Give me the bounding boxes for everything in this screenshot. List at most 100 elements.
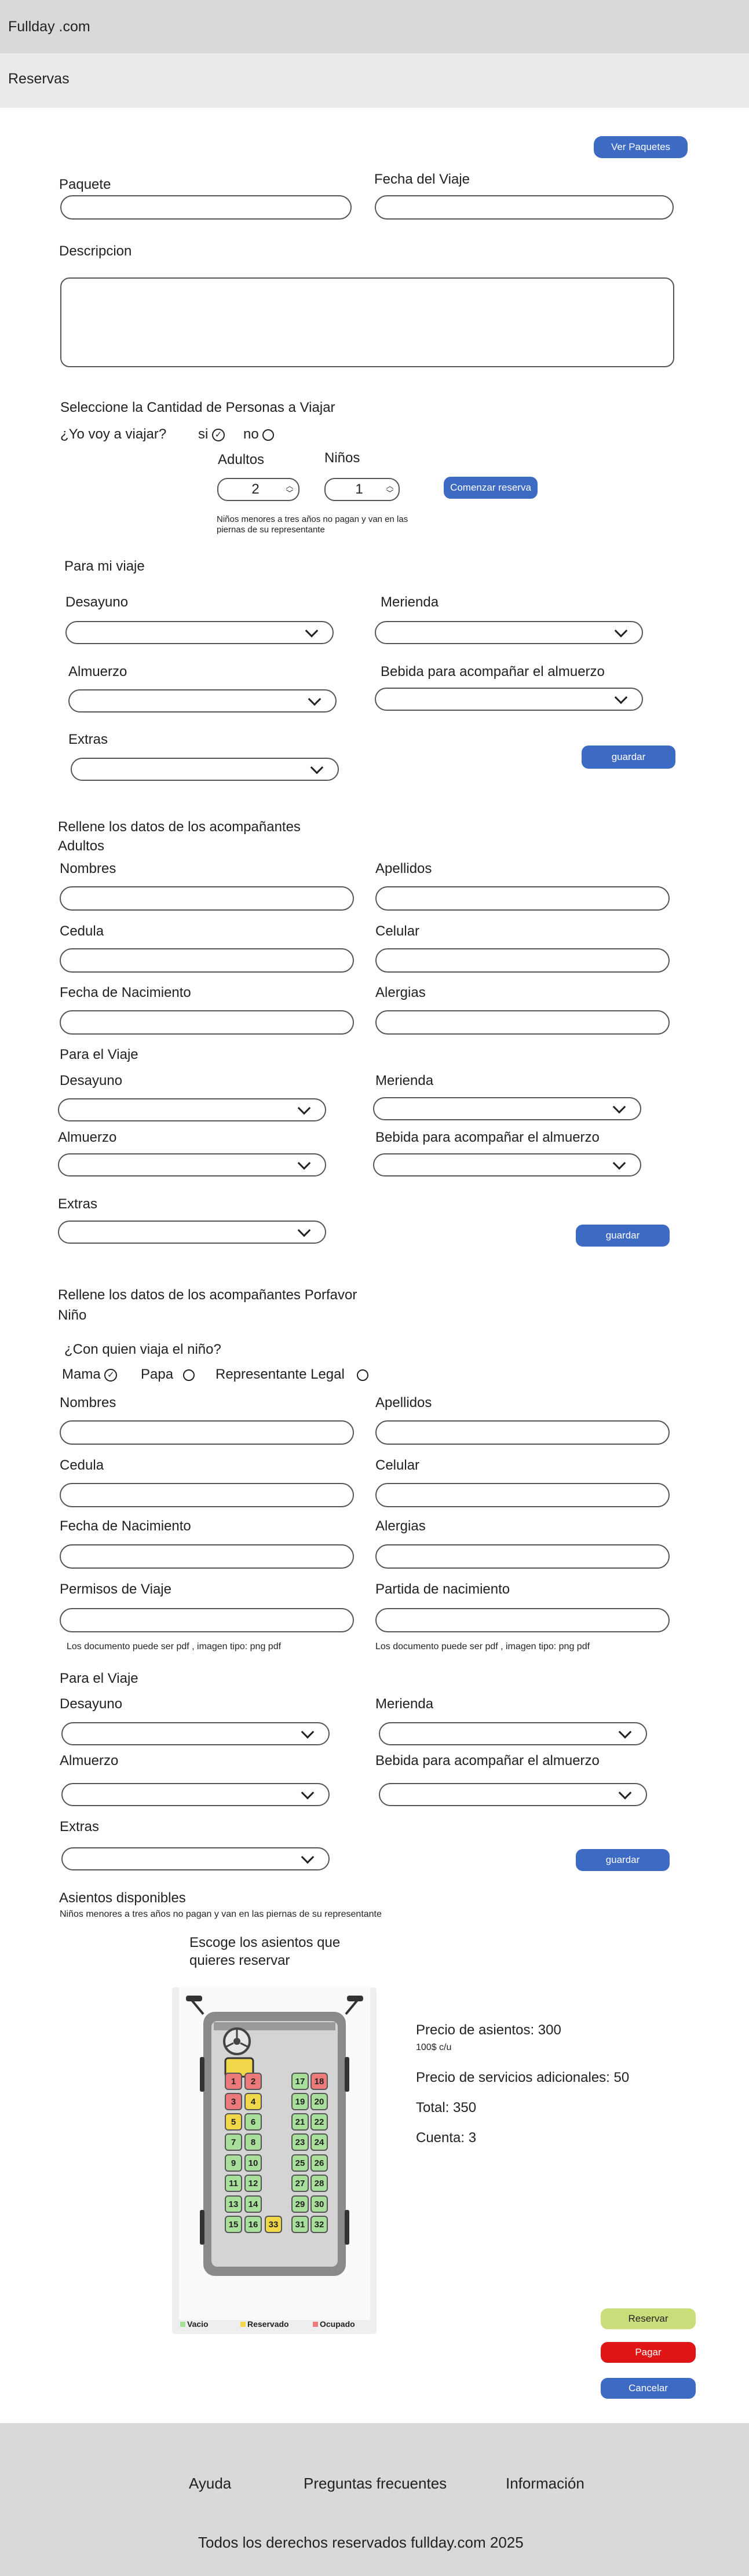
seat-33[interactable]: 33 bbox=[265, 2216, 282, 2233]
footer-info-link[interactable]: Información bbox=[506, 2475, 584, 2493]
brand-logo[interactable]: Fullday .com bbox=[8, 19, 90, 35]
stepper-arrows-icon[interactable]: ︿ ﹀ bbox=[281, 482, 298, 497]
child-extras-select[interactable] bbox=[61, 1847, 330, 1870]
seat-28[interactable]: 28 bbox=[310, 2175, 328, 2192]
adult-allergies-input[interactable] bbox=[375, 1010, 670, 1035]
footer-help-link[interactable]: Ayuda bbox=[189, 2475, 231, 2493]
footer-faq-link[interactable]: Preguntas frecuentes bbox=[304, 2475, 447, 2493]
adult-phone-input[interactable] bbox=[375, 948, 670, 973]
save-adults-button[interactable]: guardar bbox=[576, 1225, 670, 1247]
stepper-arrows-icon[interactable]: ︿ ﹀ bbox=[381, 482, 399, 497]
child-allergies-input[interactable] bbox=[375, 1544, 670, 1569]
view-packages-button[interactable]: Ver Paquetes bbox=[594, 136, 688, 158]
seat-25[interactable]: 25 bbox=[291, 2154, 309, 2172]
adult-names-label: Nombres bbox=[60, 861, 116, 876]
seat-23[interactable]: 23 bbox=[291, 2133, 309, 2151]
seats-title: Asientos disponibles bbox=[59, 1890, 186, 1906]
child-birth-input[interactable] bbox=[60, 1544, 354, 1569]
seat-24[interactable]: 24 bbox=[310, 2133, 328, 2151]
snack-label: Merienda bbox=[381, 594, 439, 610]
seat-1[interactable]: 1 bbox=[225, 2073, 242, 2090]
dad-option[interactable]: Papa bbox=[141, 1366, 195, 1383]
seat-17[interactable]: 17 bbox=[291, 2073, 309, 2090]
seat-4[interactable]: 4 bbox=[244, 2093, 262, 2110]
adult-drink-select[interactable] bbox=[373, 1153, 641, 1176]
drink-select[interactable] bbox=[375, 688, 643, 711]
yes-option[interactable]: si ✓ bbox=[198, 426, 225, 443]
adult-surnames-input[interactable] bbox=[375, 886, 670, 911]
child-allergies-label: Alergias bbox=[375, 1518, 426, 1534]
mom-radio-checked-icon[interactable]: ✓ bbox=[104, 1368, 118, 1382]
seat-8[interactable]: 8 bbox=[244, 2133, 262, 2151]
child-breakfast-select[interactable] bbox=[61, 1722, 330, 1745]
seat-31[interactable]: 31 bbox=[291, 2216, 309, 2233]
chevron-down-icon bbox=[612, 1156, 626, 1170]
child-lunch-select[interactable] bbox=[61, 1783, 330, 1806]
adult-extras-select[interactable] bbox=[58, 1221, 326, 1244]
seat-16[interactable]: 16 bbox=[244, 2216, 262, 2233]
breakfast-select[interactable] bbox=[65, 621, 334, 644]
seat-7[interactable]: 7 bbox=[225, 2133, 242, 2151]
seat-32[interactable]: 32 bbox=[310, 2216, 328, 2233]
snack-select[interactable] bbox=[375, 621, 643, 644]
dad-radio-icon[interactable] bbox=[182, 1369, 195, 1381]
child-phone-input[interactable] bbox=[375, 1483, 670, 1507]
adult-lunch-select[interactable] bbox=[58, 1153, 326, 1176]
seat-3[interactable]: 3 bbox=[225, 2093, 242, 2110]
adult-snack-select[interactable] bbox=[373, 1097, 641, 1120]
guardian-option[interactable]: Representante Legal bbox=[215, 1366, 368, 1383]
seat-13[interactable]: 13 bbox=[225, 2195, 242, 2213]
seat-19[interactable]: 19 bbox=[291, 2093, 309, 2110]
seat-11[interactable]: 11 bbox=[225, 2175, 242, 2192]
lunch-select[interactable] bbox=[68, 689, 337, 712]
save-child-button[interactable]: guardar bbox=[576, 1849, 670, 1871]
pay-button[interactable]: Pagar bbox=[601, 2342, 696, 2363]
extras-select[interactable] bbox=[71, 758, 339, 781]
seat-9[interactable]: 9 bbox=[225, 2154, 242, 2172]
seat-20[interactable]: 20 bbox=[310, 2093, 328, 2110]
child-names-input[interactable] bbox=[60, 1420, 354, 1445]
adult-breakfast-select[interactable] bbox=[58, 1098, 326, 1121]
yes-radio-checked-icon[interactable]: ✓ bbox=[212, 428, 225, 441]
child-id-input[interactable] bbox=[60, 1483, 354, 1507]
adult-id-input[interactable] bbox=[60, 948, 354, 973]
seat-30[interactable]: 30 bbox=[310, 2195, 328, 2213]
seat-27[interactable]: 27 bbox=[291, 2175, 309, 2192]
adult-names-input[interactable] bbox=[60, 886, 354, 911]
package-input[interactable] bbox=[60, 195, 352, 220]
adults-section-title: Rellene los datos de los acompañantes bbox=[58, 819, 301, 835]
adult-birth-input[interactable] bbox=[60, 1010, 354, 1035]
reserve-button[interactable]: Reservar bbox=[601, 2308, 696, 2329]
seat-12[interactable]: 12 bbox=[244, 2175, 262, 2192]
adults-value: 2 bbox=[251, 481, 260, 497]
no-option[interactable]: no bbox=[243, 426, 275, 443]
seat-26[interactable]: 26 bbox=[310, 2154, 328, 2172]
adults-stepper[interactable]: 2 ︿ ﹀ bbox=[217, 478, 299, 501]
start-reservation-button[interactable]: Comenzar reserva bbox=[444, 477, 538, 499]
child-section-subtitle: Niño bbox=[58, 1307, 87, 1323]
seat-21[interactable]: 21 bbox=[291, 2113, 309, 2131]
seat-10[interactable]: 10 bbox=[244, 2154, 262, 2172]
seat-22[interactable]: 22 bbox=[310, 2113, 328, 2131]
seat-29[interactable]: 29 bbox=[291, 2195, 309, 2213]
seat-2[interactable]: 2 bbox=[244, 2073, 262, 2090]
seat-18[interactable]: 18 bbox=[310, 2073, 328, 2090]
birth-cert-upload[interactable] bbox=[375, 1608, 670, 1632]
guardian-radio-icon[interactable] bbox=[356, 1369, 368, 1381]
date-label: Fecha del Viaje bbox=[374, 171, 470, 187]
no-radio-icon[interactable] bbox=[262, 429, 275, 441]
travel-permits-upload[interactable] bbox=[60, 1608, 354, 1632]
description-textarea[interactable] bbox=[60, 277, 674, 367]
child-drink-select[interactable] bbox=[379, 1783, 647, 1806]
child-surnames-input[interactable] bbox=[375, 1420, 670, 1445]
seat-5[interactable]: 5 bbox=[225, 2113, 242, 2131]
seat-6[interactable]: 6 bbox=[244, 2113, 262, 2131]
child-snack-select[interactable] bbox=[379, 1722, 647, 1745]
seat-14[interactable]: 14 bbox=[244, 2195, 262, 2213]
date-input[interactable] bbox=[375, 195, 674, 220]
children-stepper[interactable]: 1 ︿ ﹀ bbox=[324, 478, 400, 501]
cancel-button[interactable]: Cancelar bbox=[601, 2378, 696, 2399]
save-my-trip-button[interactable]: guardar bbox=[582, 746, 675, 769]
seat-15[interactable]: 15 bbox=[225, 2216, 242, 2233]
mom-option[interactable]: Mama ✓ bbox=[62, 1366, 118, 1383]
